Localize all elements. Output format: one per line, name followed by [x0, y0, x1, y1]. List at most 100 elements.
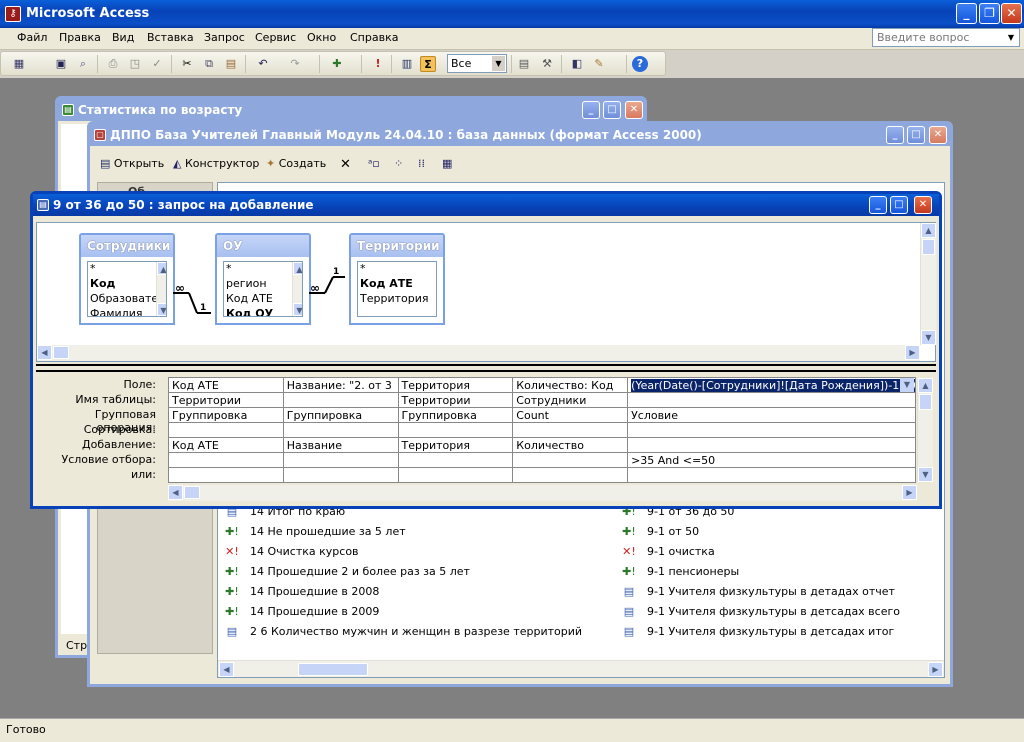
design-button[interactable]: ◭ Конструктор: [173, 157, 273, 170]
grid-cell[interactable]: [627, 392, 916, 408]
grid-cell[interactable]: [627, 422, 916, 438]
access-key-icon[interactable]: ⚷: [5, 6, 21, 22]
small-icons-icon[interactable]: ⁘: [394, 157, 403, 170]
scroll-right-icon[interactable]: ▶: [928, 662, 943, 677]
grid-cell[interactable]: [282, 392, 399, 408]
grid-cell[interactable]: Название: "2. от 3: [282, 377, 399, 393]
grid-cell[interactable]: [168, 467, 284, 483]
grid-vscroll[interactable]: ▲ ▼: [917, 378, 933, 482]
top-values-combo[interactable]: Все ▼: [447, 54, 507, 73]
list-item[interactable]: ✚! 14 Не прошедшие за 5 лет: [224, 525, 405, 543]
list-item[interactable]: ✚! 9-1 пенсионеры: [621, 565, 739, 583]
grid-cell[interactable]: [627, 437, 916, 453]
grid-cell[interactable]: [627, 467, 916, 483]
menu-query[interactable]: Запрос: [204, 31, 245, 44]
list-item[interactable]: ▤ 9-1 Учителя физкультуры в детсадах итог: [621, 625, 894, 643]
grid-cell[interactable]: [512, 467, 629, 483]
maximize-button[interactable]: □: [890, 196, 908, 214]
properties-icon[interactable]: ▤: [516, 56, 532, 72]
totals-sigma-icon[interactable]: Σ: [420, 56, 436, 72]
list-item[interactable]: ▤ 2 6 Количество мужчин и женщин в разрез…: [224, 625, 582, 643]
grid-cell[interactable]: Количество: [512, 437, 629, 453]
grid-cell[interactable]: [168, 452, 284, 468]
undo-icon[interactable]: ↶: [255, 56, 271, 72]
scroll-thumb[interactable]: [53, 346, 69, 359]
close-button[interactable]: ✕: [914, 196, 932, 214]
grid-cell[interactable]: Название: [282, 437, 399, 453]
scroll-up-icon[interactable]: ▲: [918, 378, 933, 393]
print-icon[interactable]: ⎙: [105, 56, 121, 72]
query-design-window[interactable]: ▤ 9 от 36 до 50 : запрос на добавление _…: [30, 191, 942, 509]
scroll-left-icon[interactable]: ◀: [37, 345, 52, 360]
view-grid-icon[interactable]: ▦: [11, 56, 27, 72]
grid-cell[interactable]: Территория: [397, 437, 514, 453]
menu-window[interactable]: Окно: [307, 31, 336, 44]
grid-cell[interactable]: Count: [512, 407, 629, 423]
details-view-icon[interactable]: ▦: [442, 157, 452, 170]
grid-cell[interactable]: Группировка: [282, 407, 399, 423]
grid-hscroll[interactable]: ◀ ▶: [168, 485, 917, 501]
chevron-down-icon[interactable]: ▼: [492, 56, 505, 71]
grid-cell[interactable]: [282, 452, 399, 468]
chevron-down-icon[interactable]: ▼: [1004, 30, 1018, 45]
grid-cell[interactable]: Количество: Код: [512, 377, 629, 393]
list-item[interactable]: ▤ 9-1 Учителя физкультуры в детсадах всег…: [621, 605, 900, 623]
grid-cell[interactable]: Территория: [397, 377, 514, 393]
close-button[interactable]: ✕: [625, 101, 643, 119]
menu-edit[interactable]: Правка: [59, 31, 101, 44]
redo-icon[interactable]: ↷: [287, 56, 303, 72]
menu-view[interactable]: Вид: [112, 31, 134, 44]
query-type-icon[interactable]: ✚: [329, 56, 345, 72]
scroll-thumb[interactable]: [919, 394, 932, 410]
list-item[interactable]: ✚! 14 Прошедшие 2 и более раз за 5 лет: [224, 565, 470, 583]
database-window-icon[interactable]: ◧: [569, 56, 585, 72]
design-grid[interactable]: Код АТЕ Название: "2. от 3 Территория Колич…: [168, 377, 916, 483]
table-pane-hscroll[interactable]: ◀ ▶: [37, 345, 920, 361]
scroll-right-icon[interactable]: ▶: [902, 485, 917, 500]
grid-cell[interactable]: Территории: [397, 392, 514, 408]
list-view-icon[interactable]: ⁞⁞: [418, 157, 425, 170]
close-button[interactable]: ✕: [1001, 3, 1022, 24]
grid-cell[interactable]: Код АТЕ: [168, 437, 284, 453]
spelling-icon[interactable]: ✓: [149, 56, 165, 72]
menu-file[interactable]: Файл: [17, 31, 47, 44]
delete-icon[interactable]: ✕: [340, 157, 351, 172]
list-item[interactable]: ▤ 9-1 Учителя физкультуры в детадах отчет: [621, 585, 895, 603]
minimize-button[interactable]: _: [869, 196, 887, 214]
copy-icon[interactable]: ⧉: [201, 56, 217, 72]
grid-cell[interactable]: (Year(Date()-[Сотрудники]![Дата Рождения…: [627, 377, 916, 393]
menu-help[interactable]: Справка: [350, 31, 398, 44]
cut-icon[interactable]: ✂: [179, 56, 195, 72]
scroll-thumb[interactable]: [922, 239, 935, 255]
db-list-hscrollbar[interactable]: ◀ ▶: [218, 660, 944, 677]
new-object-icon[interactable]: ✎: [591, 56, 607, 72]
build-icon[interactable]: ⚒: [539, 56, 555, 72]
maximize-button[interactable]: □: [603, 101, 621, 119]
large-icons-icon[interactable]: ᵃ▫: [368, 157, 380, 170]
preview-icon[interactable]: ◳: [127, 56, 143, 72]
grid-cell[interactable]: [512, 452, 629, 468]
list-item[interactable]: ✚! 9-1 от 50: [621, 525, 699, 543]
scroll-thumb[interactable]: [184, 486, 200, 499]
paste-icon[interactable]: ▤: [223, 56, 239, 72]
grid-cell[interactable]: Условие: [627, 407, 916, 423]
chevron-down-icon[interactable]: ▼: [900, 378, 914, 392]
pane-splitter[interactable]: [36, 364, 936, 372]
create-button[interactable]: ✦ Создать: [266, 157, 346, 170]
grid-cell[interactable]: Сотрудники: [512, 392, 629, 408]
grid-cell[interactable]: [168, 422, 284, 438]
scroll-left-icon[interactable]: ◀: [168, 485, 183, 500]
grid-cell[interactable]: [512, 422, 629, 438]
help-icon[interactable]: ?: [632, 56, 648, 72]
help-search-input[interactable]: Введите вопрос ▼: [872, 28, 1020, 47]
grid-cell[interactable]: [397, 452, 514, 468]
minimize-button[interactable]: _: [956, 3, 977, 24]
minimize-button[interactable]: _: [886, 126, 904, 144]
menu-tools[interactable]: Сервис: [255, 31, 296, 44]
scroll-up-icon[interactable]: ▲: [921, 223, 936, 238]
list-item[interactable]: ✚! 14 Прошедшие в 2008: [224, 585, 379, 603]
grid-cell[interactable]: >35 And <=50: [627, 452, 916, 468]
list-item[interactable]: ✚! 14 Прошедшие в 2009: [224, 605, 379, 623]
scroll-right-icon[interactable]: ▶: [905, 345, 920, 360]
grid-cell[interactable]: Группировка: [397, 407, 514, 423]
